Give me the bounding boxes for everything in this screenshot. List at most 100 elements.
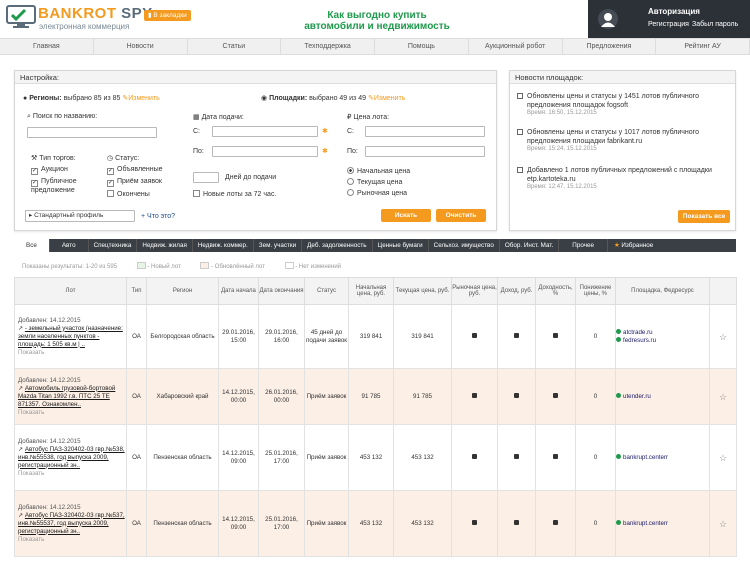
lock-icon: [514, 332, 519, 338]
price-to-input[interactable]: [365, 146, 485, 157]
favorite-star-icon[interactable]: ☆: [709, 304, 737, 369]
search-input[interactable]: [27, 127, 157, 138]
tab-equipment[interactable]: Обор. Инст. Мат.: [500, 239, 560, 252]
what-is-this-link[interactable]: + Что это?: [141, 213, 175, 220]
price-from-input[interactable]: [365, 126, 485, 137]
platform-link[interactable]: utender.ru: [616, 392, 709, 401]
type-auction-checkbox[interactable]: ✓ Аукцион: [31, 166, 68, 175]
col-yield[interactable]: Доходность, %: [535, 277, 576, 305]
news-item[interactable]: Добавлено 1 лотов публичных предложений …: [517, 166, 737, 190]
tab-securities[interactable]: Ценные бумаги: [373, 239, 429, 252]
platform-link[interactable]: bankrupt.centerr: [616, 453, 709, 462]
table-row[interactable]: Добавлен: 14.12.2015 ↗ Автобус ПАЗ-320402…: [14, 424, 737, 491]
col-status[interactable]: Статус: [304, 277, 349, 305]
price-label: ₽ Цена лота:: [347, 114, 390, 121]
lock-icon: [472, 453, 477, 459]
favorite-star-icon[interactable]: ☆: [709, 368, 737, 425]
calendar-picker-icon[interactable]: ✱: [322, 147, 328, 155]
brand-name[interactable]: BANKROT SPY: [38, 5, 153, 22]
main-nav: Главная Новости Статьи Техподдержка Помо…: [0, 38, 750, 55]
table-row[interactable]: Добавлен: 14.12.2015 ↗ Автомобиль грузово…: [14, 368, 737, 425]
days-input[interactable]: [193, 172, 219, 183]
status-accepting-checkbox[interactable]: ✓ Приём заявок: [107, 178, 162, 187]
col-type[interactable]: Тип: [126, 277, 147, 305]
nav-articles[interactable]: Статьи: [188, 39, 282, 54]
platform-link[interactable]: atctrade.ru: [616, 328, 709, 337]
date-from-input[interactable]: [212, 126, 318, 137]
nav-help[interactable]: Помощь: [375, 39, 469, 54]
calendar-picker-icon[interactable]: ✱: [322, 127, 328, 135]
nav-rating[interactable]: Рейтинг АУ: [656, 39, 750, 54]
news-item[interactable]: Обновлены цены и статусы у 1017 лотов пу…: [517, 128, 737, 152]
price-current-radio[interactable]: Текущая цена: [347, 178, 402, 186]
price-initial-radio[interactable]: Начальная цена: [347, 167, 410, 175]
table-row[interactable]: Добавлен: 14.12.2015 ↗ - земельный участо…: [14, 304, 737, 369]
platforms-edit-link[interactable]: Изменить: [374, 95, 406, 102]
fedresurs-link[interactable]: fedresurs.ru: [616, 336, 709, 345]
lot-region: Белгородская область: [146, 304, 219, 369]
table-row[interactable]: Добавлен: 14.12.2015 ↗ Автобус ПАЗ-320402…: [14, 490, 737, 557]
show-link[interactable]: Показать: [18, 409, 126, 417]
status-finished-checkbox[interactable]: Окончены: [107, 190, 150, 198]
col-initial-price[interactable]: Начальная цена, руб.: [348, 277, 394, 305]
results-legend: Показаны результаты: 1-20 из 595 - Новый…: [22, 262, 342, 270]
col-lot[interactable]: Лот: [14, 277, 127, 305]
lot-initial-price: 453 132: [348, 490, 394, 557]
lot-type: ОА: [126, 368, 147, 425]
profile-select[interactable]: ▸ Стандартный профиль: [25, 210, 135, 222]
news-item[interactable]: Обновлены цены и статусы у 1451 лотов пу…: [517, 92, 737, 116]
share-icon: ↗: [18, 384, 25, 392]
tab-land[interactable]: Зем. участки: [254, 239, 303, 252]
lot-current-price: 453 132: [393, 424, 452, 491]
bookmark-button[interactable]: ▮ В закладки: [144, 10, 191, 21]
show-link[interactable]: Показать: [18, 349, 126, 357]
col-drop[interactable]: Понижение цены, %: [575, 277, 616, 305]
nav-offers[interactable]: Предложения: [563, 39, 657, 54]
favorite-star-icon[interactable]: ☆: [709, 490, 737, 557]
tab-other[interactable]: Прочее: [559, 239, 608, 252]
tab-commercial[interactable]: Недвиж. коммер.: [193, 239, 254, 252]
type-public-checkbox[interactable]: ✓ Публичное предложение: [31, 178, 101, 194]
lot-added-date: Добавлен: 14.12.2015: [18, 503, 81, 511]
tab-residential[interactable]: Недвиж. жилая: [137, 239, 193, 252]
tab-auto[interactable]: Авто: [50, 239, 89, 252]
register-link[interactable]: Регистрация: [648, 21, 689, 28]
regions-edit-link[interactable]: Изменить: [128, 95, 160, 102]
nav-support[interactable]: Техподдержка: [281, 39, 375, 54]
col-region[interactable]: Регион: [146, 277, 219, 305]
nav-home[interactable]: Главная: [0, 39, 94, 54]
search-button[interactable]: Искать: [381, 209, 431, 222]
nav-robot[interactable]: Аукционный робот: [469, 39, 563, 54]
platform-link[interactable]: bankrupt.centerr: [616, 519, 709, 528]
lot-title-link[interactable]: Автобус ПАЗ-320402-03 гвр.№537, инв.№555…: [18, 512, 125, 535]
new-lots-checkbox[interactable]: Новые лоты за 72 час.: [193, 190, 276, 198]
tab-debt[interactable]: Деб. задолженность: [302, 239, 373, 252]
lot-drop: 0: [575, 304, 616, 369]
show-all-button[interactable]: Показать все: [678, 210, 730, 223]
forgot-password-link[interactable]: Забыл пароль: [692, 21, 738, 28]
favorite-star-icon[interactable]: ☆: [709, 424, 737, 491]
col-market-price[interactable]: Рыночная цена, руб.: [451, 277, 498, 305]
price-market-radio[interactable]: Рыночная цена: [347, 189, 407, 197]
tab-special[interactable]: Спецтехника: [89, 239, 138, 252]
col-start[interactable]: Дата начала: [218, 277, 259, 305]
date-to-input[interactable]: [212, 146, 318, 157]
show-link[interactable]: Показать: [18, 536, 126, 544]
header-slogan[interactable]: Как выгодно купить автомобили и недвижимо…: [262, 10, 492, 32]
tab-agri[interactable]: Сельхоз. имущество: [429, 239, 500, 252]
lot-title-link[interactable]: Автомобиль грузовой-бортовой Mazda Titan…: [18, 385, 115, 408]
col-current-price[interactable]: Текущая цена, руб.: [393, 277, 452, 305]
clear-button[interactable]: Очистить: [436, 209, 486, 222]
col-platform[interactable]: Площадка, Федресурс: [615, 277, 710, 305]
col-end[interactable]: Дата окончания: [258, 277, 305, 305]
col-income[interactable]: Доход, руб.: [497, 277, 536, 305]
tab-favorites[interactable]: ★ Избранное: [608, 239, 659, 252]
lot-start: 14.12.2015, 09:00: [218, 424, 259, 491]
show-link[interactable]: Показать: [18, 470, 126, 478]
status-announced-checkbox[interactable]: ✓ Объявленные: [107, 166, 163, 175]
nav-news[interactable]: Новости: [94, 39, 188, 54]
lot-title-link[interactable]: - земельный участок (назначение: земли н…: [18, 325, 123, 348]
lot-start: 14.12.2015, 09:00: [218, 490, 259, 557]
lot-title-link[interactable]: Автобус ПАЗ-320402-03 гвр.№538, инв.№555…: [18, 446, 125, 469]
tab-all[interactable]: Все: [14, 239, 50, 252]
